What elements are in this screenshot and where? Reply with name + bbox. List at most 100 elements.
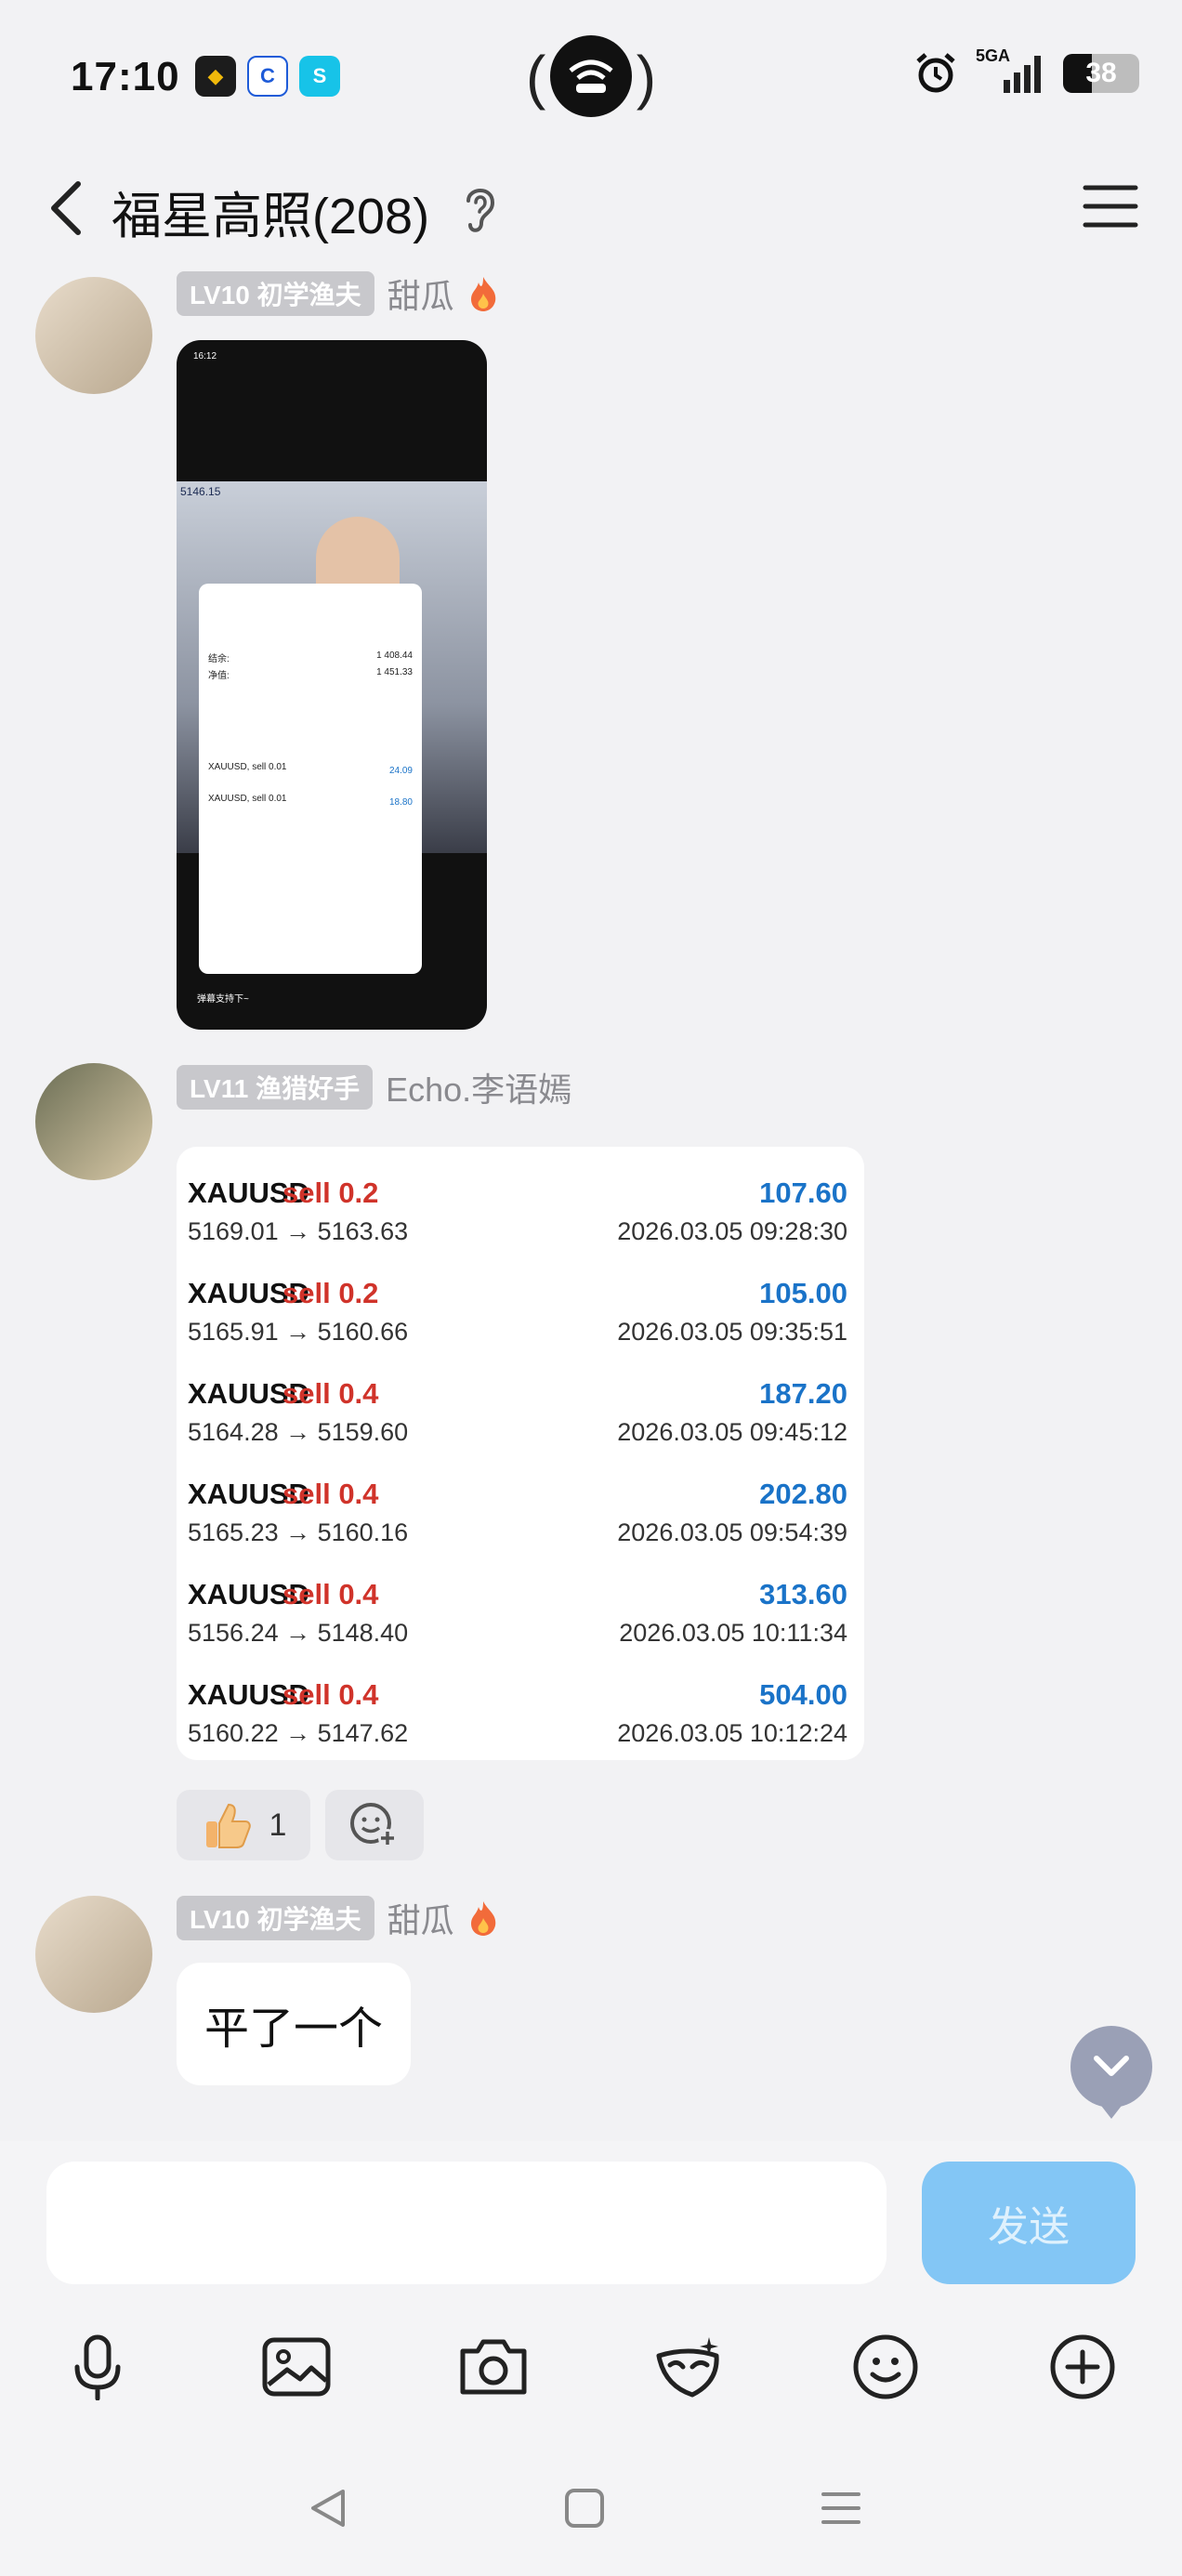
level-badge: LV10 初学渔夫 [177, 271, 374, 316]
page-title: 福星高照(208) [112, 189, 430, 244]
trade-price: 5165.23 → 5160.16 [188, 1518, 409, 1546]
screenshot-time: 16:12 [193, 351, 217, 361]
panel-label: 结余: [208, 654, 230, 664]
image-icon [262, 2337, 331, 2397]
trade-time: 2026.03.05 10:12:24 [617, 1719, 847, 1747]
message-input[interactable] [46, 2162, 886, 2284]
screenshot-image[interactable]: 16:12 5146.15 结余: 1 408.44 净值: 1 451.33 … [177, 340, 487, 1030]
trade-profit: 313.60 [759, 1578, 847, 1610]
image-button[interactable] [255, 2325, 338, 2409]
chevron-down-icon [1094, 2056, 1129, 2076]
trade-price: 5165.91 → 5160.66 [188, 1318, 409, 1346]
binance-icon: ◆ [195, 56, 236, 97]
sender-name[interactable]: Echo.李语嫣 [386, 1063, 571, 1111]
trade-row: XAUUSD sell 0.2 105.00 5165.91 → 5160.66 202… [188, 1247, 847, 1347]
trade-time: 2026.03.05 09:45:12 [617, 1418, 847, 1446]
ear-icon[interactable] [461, 182, 498, 236]
avatar[interactable] [35, 277, 152, 394]
fire-icon [470, 277, 495, 311]
mic-icon [74, 2334, 121, 2400]
nav-recents-icon [821, 2492, 860, 2524]
nav-back-button[interactable] [296, 2476, 361, 2541]
trade-price: 5156.24 → 5148.40 [188, 1619, 409, 1647]
message-item: LV10 初学渔夫 甜瓜 16:12 5146.15 结余: 1 408.44 … [0, 266, 1182, 1037]
send-button[interactable]: 发送 [922, 2162, 1136, 2284]
trade-profit: 105.00 [759, 1277, 847, 1309]
trade-side: sell 0.4 [282, 1478, 379, 1510]
sender-name[interactable]: 甜瓜 [387, 269, 454, 318]
panel-trade: XAUUSD, sell 0.01 [208, 762, 287, 772]
trade-row: XAUUSD sell 0.2 107.60 5169.01 → 5163.63 202… [188, 1147, 847, 1247]
trade-side: sell 0.4 [282, 1377, 379, 1410]
nav-home-icon [565, 2489, 604, 2528]
thumbs-up-icon [205, 1803, 251, 1848]
like-reaction[interactable]: 1 [177, 1790, 310, 1860]
mask-icon [656, 2337, 719, 2398]
chat-header: 福星高照(208) [0, 149, 1182, 266]
nav-home-button[interactable] [552, 2476, 617, 2541]
hotspot-icon [550, 35, 632, 117]
avatar[interactable] [35, 1896, 152, 2013]
panel-trade: XAUUSD, sell 0.01 [208, 794, 287, 804]
trade-row: XAUUSD sell 0.4 202.80 5165.23 → 5160.16 202… [188, 1448, 847, 1548]
stream-price: 5146.15 [180, 485, 221, 498]
panel-value: 1 408.44 [376, 651, 413, 661]
level-badge: LV11 渔猎好手 [177, 1065, 374, 1110]
plus-icon [1050, 2334, 1115, 2399]
trade-side: sell 0.2 [282, 1277, 379, 1309]
network-label: 5GA [976, 46, 1011, 65]
battery-icon: 38 [1063, 54, 1139, 93]
trade-time: 2026.03.05 10:11:34 [619, 1619, 847, 1647]
trade-row: XAUUSD sell 0.4 504.00 5160.22 → 5147.62 202… [188, 1649, 847, 1749]
chat-message-list[interactable]: LV10 初学渔夫 甜瓜 16:12 5146.15 结余: 1 408.44 … [0, 266, 1182, 2141]
alarm-icon [916, 53, 955, 93]
status-right: 5GA 38 [914, 46, 1139, 95]
trade-profit: 504.00 [759, 1678, 847, 1711]
app-icon: C [247, 56, 288, 97]
trade-card[interactable]: XAUUSD sell 0.2 107.60 5169.01 → 5163.63 202… [177, 1147, 864, 1760]
hotspot-indicator: ( ) [526, 35, 656, 119]
trade-row: XAUUSD sell 0.4 187.20 5164.28 → 5159.60 202… [188, 1347, 847, 1448]
camera-icon [460, 2339, 527, 2395]
sender-line: LV11 渔猎好手 Echo.李语嫣 [177, 1063, 571, 1111]
message-item: LV10 初学渔夫 甜瓜 平了一个 [0, 1894, 1182, 2126]
mask-button[interactable] [647, 2325, 730, 2409]
fire-icon [470, 1901, 495, 1936]
trade-profit: 187.20 [759, 1377, 847, 1410]
trade-side: sell 0.2 [282, 1176, 379, 1209]
sender-line: LV10 初学渔夫 甜瓜 [177, 269, 499, 318]
camera-button[interactable] [452, 2325, 535, 2409]
emoji-icon [853, 2334, 918, 2399]
avatar[interactable] [35, 1063, 152, 1180]
nav-recents-button[interactable] [808, 2476, 873, 2541]
panel-profit: 24.09 [388, 766, 413, 776]
menu-icon[interactable] [1082, 180, 1139, 232]
message-input-bar: 发送 [0, 2141, 1182, 2299]
add-reaction-button[interactable] [325, 1790, 424, 1860]
trade-price: 5164.28 → 5159.60 [188, 1418, 409, 1446]
panel-label: 净值: [208, 671, 230, 681]
trade-price: 5160.22 → 5147.62 [188, 1719, 409, 1747]
scroll-to-bottom-button[interactable] [1070, 2026, 1152, 2119]
sender-line: LV10 初学渔夫 甜瓜 [177, 1894, 499, 1942]
trade-time: 2026.03.05 09:54:39 [617, 1518, 847, 1546]
trade-side: sell 0.4 [282, 1678, 379, 1711]
trade-row: XAUUSD sell 0.4 313.60 5156.24 → 5148.40 202… [188, 1548, 847, 1649]
more-button[interactable] [1041, 2325, 1124, 2409]
sender-name[interactable]: 甜瓜 [387, 1894, 454, 1942]
like-count: 1 [269, 1807, 287, 1843]
trade-profit: 107.60 [759, 1176, 847, 1209]
mic-button[interactable] [56, 2325, 139, 2409]
app-icon: S [299, 56, 340, 97]
text-message-bubble[interactable]: 平了一个 [177, 1963, 412, 2085]
stream-comment: 弹幕支持下~ [197, 994, 249, 1005]
level-badge: LV10 初学渔夫 [177, 1896, 374, 1940]
trade-profit: 202.80 [759, 1478, 847, 1510]
panel-value: 1 451.33 [376, 667, 413, 677]
status-bar: 17:10 ◆ C S ( ) 5GA 38 [0, 0, 1182, 149]
trade-time: 2026.03.05 09:35:51 [617, 1318, 847, 1346]
status-app-icons: ◆ C S [195, 56, 340, 97]
emoji-button[interactable] [844, 2325, 927, 2409]
back-icon[interactable] [37, 171, 93, 245]
add-emoji-icon [350, 1803, 397, 1847]
